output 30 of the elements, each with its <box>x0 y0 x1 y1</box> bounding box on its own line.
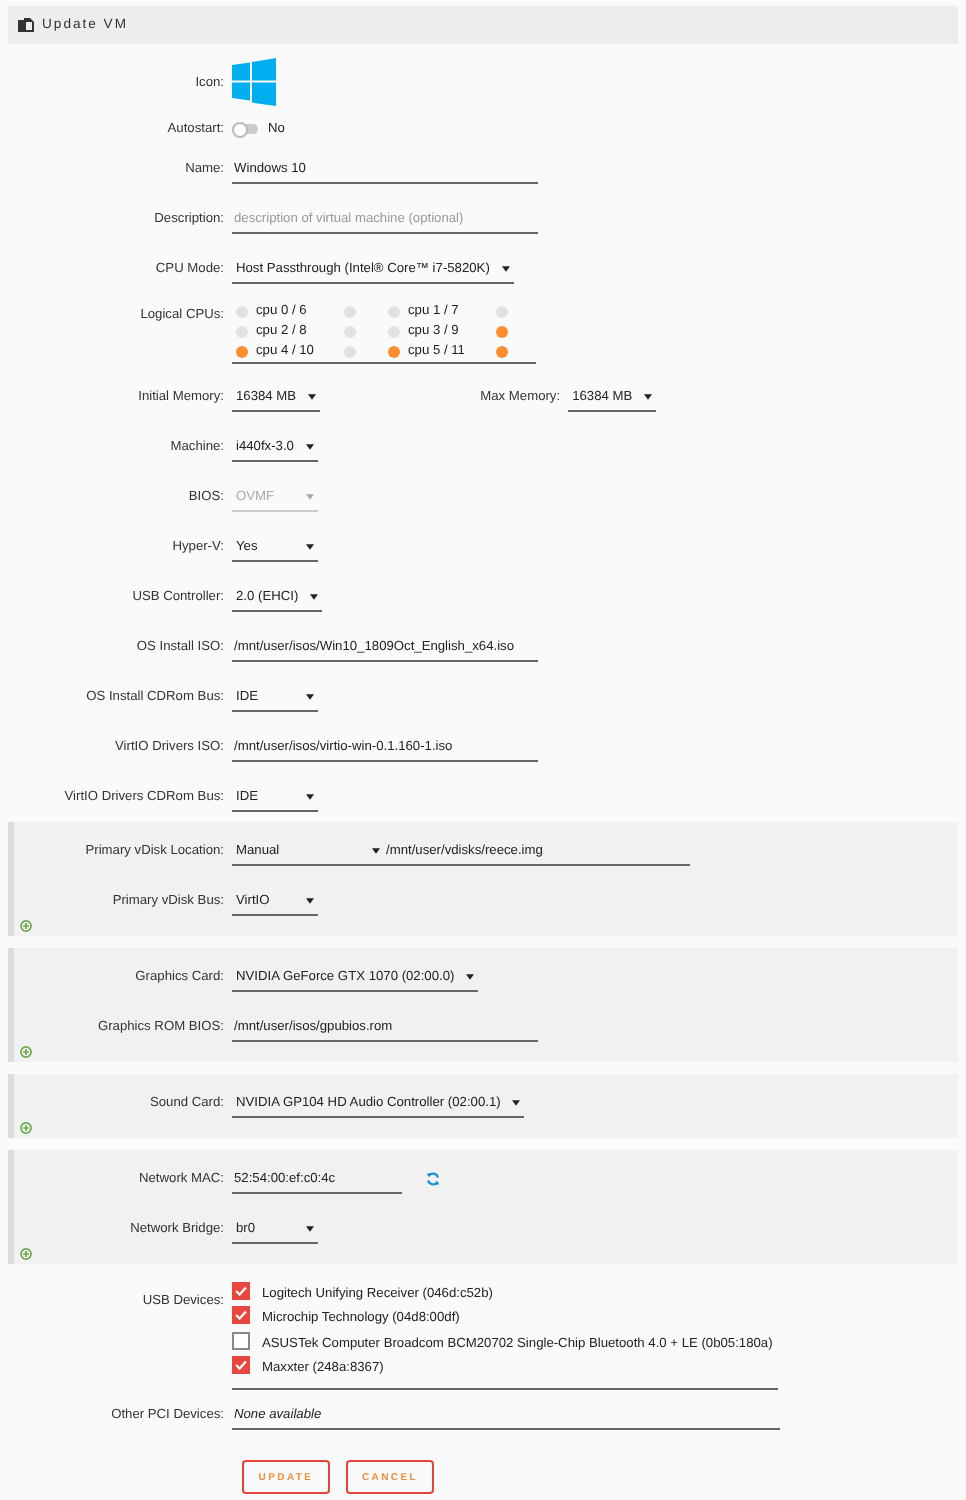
caret-icon <box>512 1099 521 1105</box>
caret-icon <box>308 393 317 399</box>
caret-icon <box>306 897 314 903</box>
caret-icon <box>306 443 314 449</box>
caret-icon <box>306 793 314 799</box>
caret-icon <box>306 493 314 499</box>
cpu-checkbox[interactable] <box>496 345 508 357</box>
refresh-icon[interactable] <box>426 1172 440 1186</box>
checkbox[interactable] <box>232 1306 250 1325</box>
caret-icon <box>310 593 319 599</box>
copy-icon <box>18 17 34 33</box>
add-icon[interactable] <box>20 1122 32 1134</box>
add-icon[interactable] <box>20 1046 32 1058</box>
caret-icon <box>306 693 314 699</box>
cpu-checkbox[interactable] <box>236 345 248 357</box>
caret-icon <box>306 1225 314 1231</box>
add-icon[interactable] <box>20 920 32 932</box>
cpu-checkbox[interactable] <box>496 325 508 337</box>
caret-icon <box>306 543 314 549</box>
caret-icon <box>466 973 475 979</box>
checkbox[interactable] <box>232 1282 250 1300</box>
toggle-switch[interactable] <box>232 123 258 133</box>
caret-icon <box>372 847 380 853</box>
checkbox[interactable] <box>232 1355 250 1374</box>
cpu-checkbox[interactable] <box>388 345 400 357</box>
caret-icon <box>644 393 653 399</box>
windows-logo-icon[interactable] <box>232 58 276 106</box>
checkbox[interactable] <box>232 1331 250 1349</box>
add-icon[interactable] <box>20 1248 32 1260</box>
caret-icon <box>501 265 510 271</box>
